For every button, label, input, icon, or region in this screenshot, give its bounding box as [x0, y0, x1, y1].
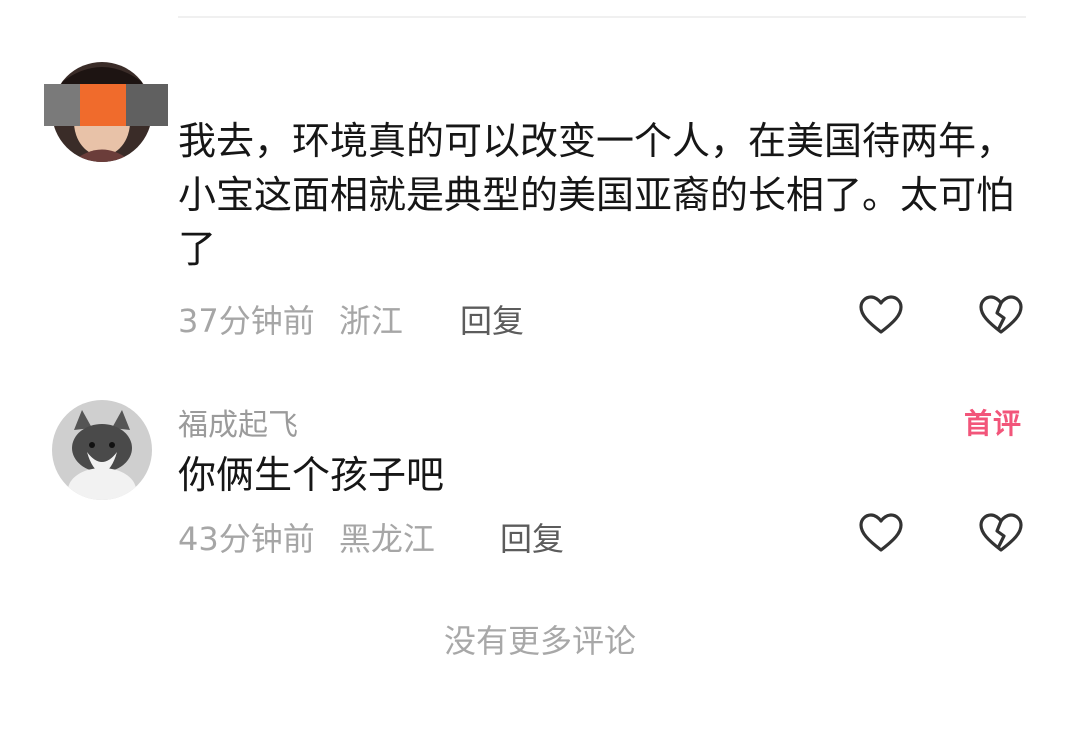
comment-meta: 43分钟前 黑龙江: [178, 514, 435, 560]
no-more-comments-text: 没有更多评论: [443, 622, 636, 660]
heart-outline-icon[interactable]: [858, 294, 904, 336]
comment-time: 43分钟前: [178, 520, 315, 558]
heart-outline-icon[interactable]: [858, 512, 904, 554]
avatar-image: [52, 400, 152, 500]
comment-time: 37分钟前: [178, 302, 315, 340]
comment-meta: 37分钟前 浙江: [178, 296, 403, 342]
reply-button[interactable]: 回复: [460, 296, 524, 342]
comment-text: 我去，环境真的可以改变一个人，在美国待两年，小宝这面相就是典型的美国亚裔的长相了…: [178, 119, 1015, 271]
reply-button[interactable]: 回复: [500, 514, 564, 560]
comment-list-page: 我去，环境真的可以改变一个人，在美国待两年，小宝这面相就是典型的美国亚裔的长相了…: [0, 0, 1080, 736]
top-divider: [178, 16, 1026, 18]
username[interactable]: 福成起飞: [178, 400, 298, 444]
comment-location: 黑龙江: [338, 520, 435, 558]
avatar[interactable]: [52, 400, 152, 500]
broken-heart-icon[interactable]: [978, 512, 1024, 554]
comment-location: 浙江: [338, 302, 403, 340]
comment-text: 你俩生个孩子吧: [178, 453, 445, 497]
first-comment-badge: 首评: [964, 402, 1022, 442]
broken-heart-icon[interactable]: [978, 294, 1024, 336]
privacy-mosaic: [44, 84, 168, 126]
